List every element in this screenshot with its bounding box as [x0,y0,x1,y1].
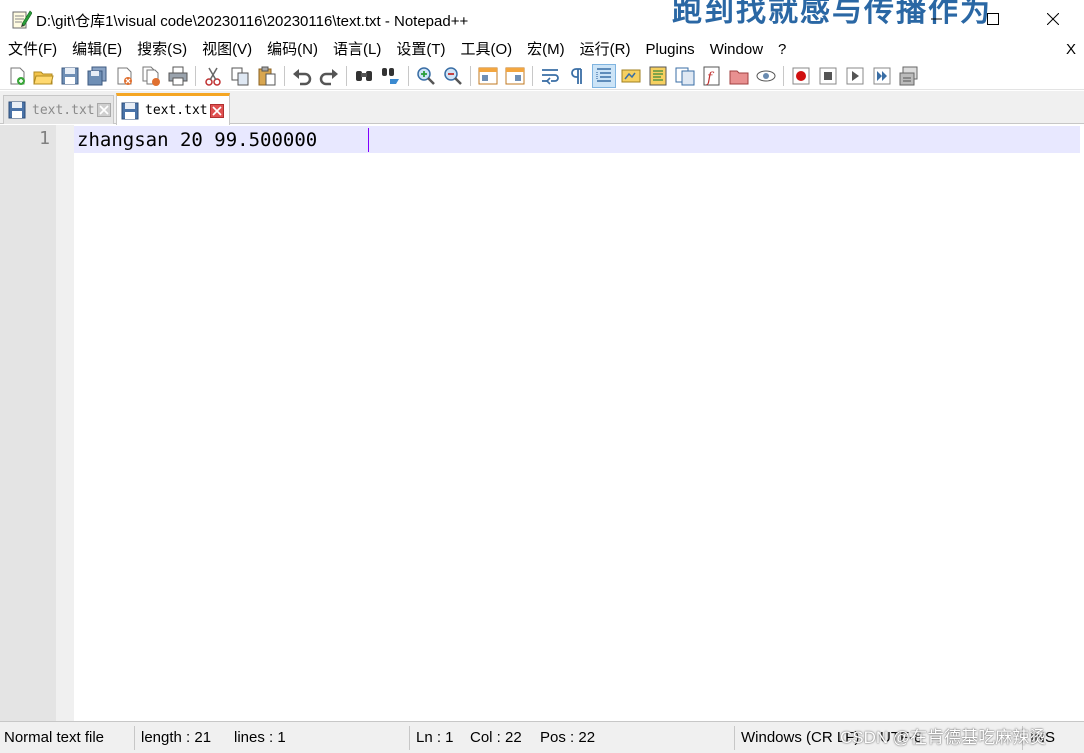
sync-vertical-icon[interactable] [477,65,499,87]
replace-icon[interactable] [380,65,402,87]
toolbar-separator [284,66,285,86]
status-divider [409,726,410,750]
title-bar: D:\git\仓库1\visual code\20230116\20230116… [0,0,1084,38]
save-icon[interactable] [59,65,81,87]
saved-file-icon [8,101,26,119]
toolbar-separator [470,66,471,86]
cut-icon[interactable] [202,65,224,87]
editor-line-content[interactable]: zhangsan 20 99.500000 [77,129,317,151]
menu-language[interactable]: 语言(L) [325,38,388,62]
redo-icon[interactable] [318,65,340,87]
minimize-icon [931,18,942,20]
monitoring-icon[interactable] [755,65,777,87]
status-line-position: Ln : 1 [416,729,454,746]
zoom-out-icon[interactable] [442,65,464,87]
tab-bar: text.txt text.txt [0,91,1084,125]
record-macro-icon[interactable] [790,65,812,87]
doc-map-icon[interactable] [647,65,669,87]
run-macro-multiple-icon[interactable] [871,65,893,87]
indent-guide-icon[interactable] [592,64,616,88]
doc-list-icon[interactable] [674,65,696,87]
status-file-type: Normal text file [4,729,105,746]
close-all-icon[interactable] [140,65,162,87]
status-position: Pos : 22 [540,729,596,746]
close-document-button[interactable]: X [1066,38,1076,62]
toolbar-separator [408,66,409,86]
undo-icon[interactable] [291,65,313,87]
menu-bar: 文件(F) 编辑(E) 搜索(S) 视图(V) 编码(N) 语言(L) 设置(T… [0,38,1084,62]
status-bar: Normal text file length : 21 lines : 1 L… [0,721,1084,753]
status-length: length : 21 [141,729,212,746]
toolbar: f [0,62,1084,90]
folder-workspace-icon[interactable] [728,65,750,87]
toolbar-separator [195,66,196,86]
status-divider [734,726,735,750]
maximize-icon [987,13,999,25]
close-icon [1047,13,1059,25]
menu-encoding[interactable]: 编码(N) [259,38,325,62]
toolbar-separator [532,66,533,86]
tab-close-icon[interactable] [96,103,111,117]
function-list-icon[interactable]: f [701,65,723,87]
toolbar-separator [783,66,784,86]
save-all-icon[interactable] [86,65,108,87]
copy-icon[interactable] [229,65,251,87]
tab-text-txt-inactive[interactable]: text.txt [3,95,114,124]
tab-text-txt-active[interactable]: text.txt [116,93,230,125]
menu-help[interactable]: ? [770,38,793,62]
close-window-button[interactable] [1030,0,1076,38]
tab-label: text.txt [145,103,208,118]
udl-icon[interactable] [620,65,642,87]
sync-horizontal-icon[interactable] [504,65,526,87]
print-icon[interactable] [167,65,189,87]
close-icon[interactable] [113,65,135,87]
status-divider [134,726,135,750]
show-all-chars-icon[interactable] [566,65,588,87]
stop-record-icon[interactable] [817,65,839,87]
find-icon[interactable] [353,65,375,87]
line-number-gutter: 1 [0,125,56,721]
tab-close-icon[interactable] [209,103,224,118]
minimize-button[interactable] [914,0,960,38]
tab-label: text.txt [32,102,95,118]
menu-tools[interactable]: 工具(O) [452,38,519,62]
text-caret [368,128,369,152]
window-title: D:\git\仓库1\visual code\20230116\20230116… [36,13,469,30]
menu-view[interactable]: 视图(V) [194,38,259,62]
saved-file-icon [121,102,139,119]
fold-margin [56,125,74,721]
play-macro-icon[interactable] [844,65,866,87]
line-number: 1 [39,128,50,149]
toolbar-separator [346,66,347,86]
word-wrap-icon[interactable] [539,65,561,87]
csdn-watermark: CSDN @在肯德基吃麻辣烫 [840,728,1047,747]
menu-file[interactable]: 文件(F) [0,38,64,62]
status-column: Col : 22 [470,729,522,746]
menu-run[interactable]: 运行(R) [572,38,638,62]
new-file-icon[interactable] [6,65,28,87]
text-editor[interactable]: 1 zhangsan 20 99.500000 [0,125,1084,721]
open-file-icon[interactable] [32,65,54,87]
menu-settings[interactable]: 设置(T) [388,38,452,62]
notepad-app-icon [12,10,32,29]
maximize-button[interactable] [970,0,1016,38]
save-macro-icon[interactable] [898,65,920,87]
menu-search[interactable]: 搜索(S) [129,38,194,62]
menu-edit[interactable]: 编辑(E) [64,38,129,62]
zoom-in-icon[interactable] [415,65,437,87]
paste-icon[interactable] [256,65,278,87]
status-lines: lines : 1 [234,729,286,746]
menu-plugins[interactable]: Plugins [637,38,701,62]
menu-macro[interactable]: 宏(M) [519,38,572,62]
menu-window[interactable]: Window [702,38,770,62]
